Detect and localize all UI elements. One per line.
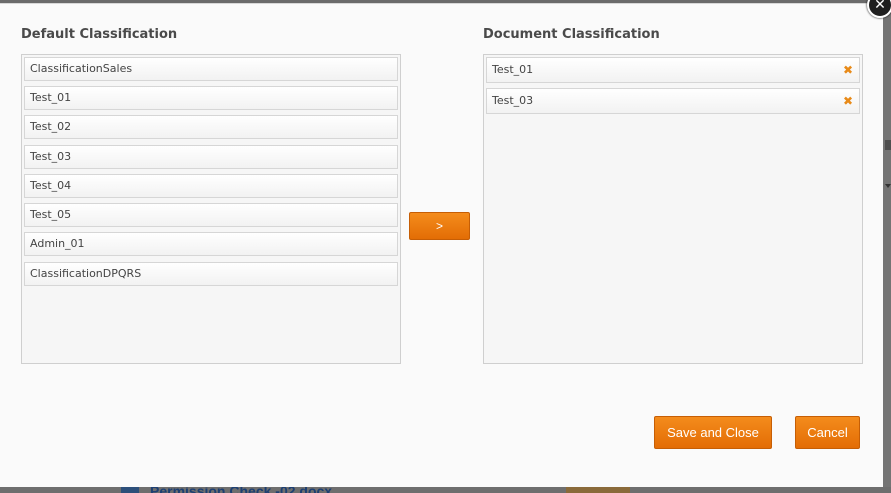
document-classification-title: Document Classification (483, 27, 660, 42)
document-classification-list[interactable]: Test_01 ✖ Test_03 ✖ (483, 54, 863, 364)
list-item[interactable]: Admin_01 (24, 232, 398, 256)
cancel-button[interactable]: Cancel (795, 416, 860, 449)
move-right-button[interactable]: > (409, 212, 470, 240)
remove-x-icon[interactable]: ✖ (843, 94, 853, 108)
list-item[interactable]: Test_01 ✖ (486, 57, 860, 83)
background-page-scroll-edge (883, 0, 891, 493)
save-and-close-button[interactable]: Save and Close (654, 416, 772, 449)
classification-dialog: ✕ Default Classification Document Classi… (0, 0, 891, 487)
background-row-actions (566, 487, 630, 493)
list-item[interactable]: Test_04 (24, 174, 398, 198)
remove-x-icon[interactable]: ✖ (843, 63, 853, 77)
list-item[interactable]: ClassificationSales (24, 57, 398, 81)
default-classification-title: Default Classification (21, 27, 178, 42)
default-classification-list[interactable]: ClassificationSales Test_01 Test_02 Test… (21, 54, 401, 364)
background-edge-mark (885, 140, 891, 150)
list-item[interactable]: ClassificationDPQRS (24, 262, 398, 286)
list-item[interactable]: Test_02 (24, 115, 398, 139)
list-item[interactable]: Test_05 (24, 203, 398, 227)
list-item[interactable]: Test_03 ✖ (486, 88, 860, 114)
list-item[interactable]: Test_01 (24, 86, 398, 110)
list-item-label: Test_03 (492, 94, 534, 107)
list-item[interactable]: Test_03 (24, 145, 398, 169)
document-file-icon (121, 487, 139, 493)
background-caret-icon (885, 184, 891, 188)
close-icon[interactable]: ✕ (867, 0, 891, 18)
list-item-label: Test_01 (492, 63, 534, 76)
